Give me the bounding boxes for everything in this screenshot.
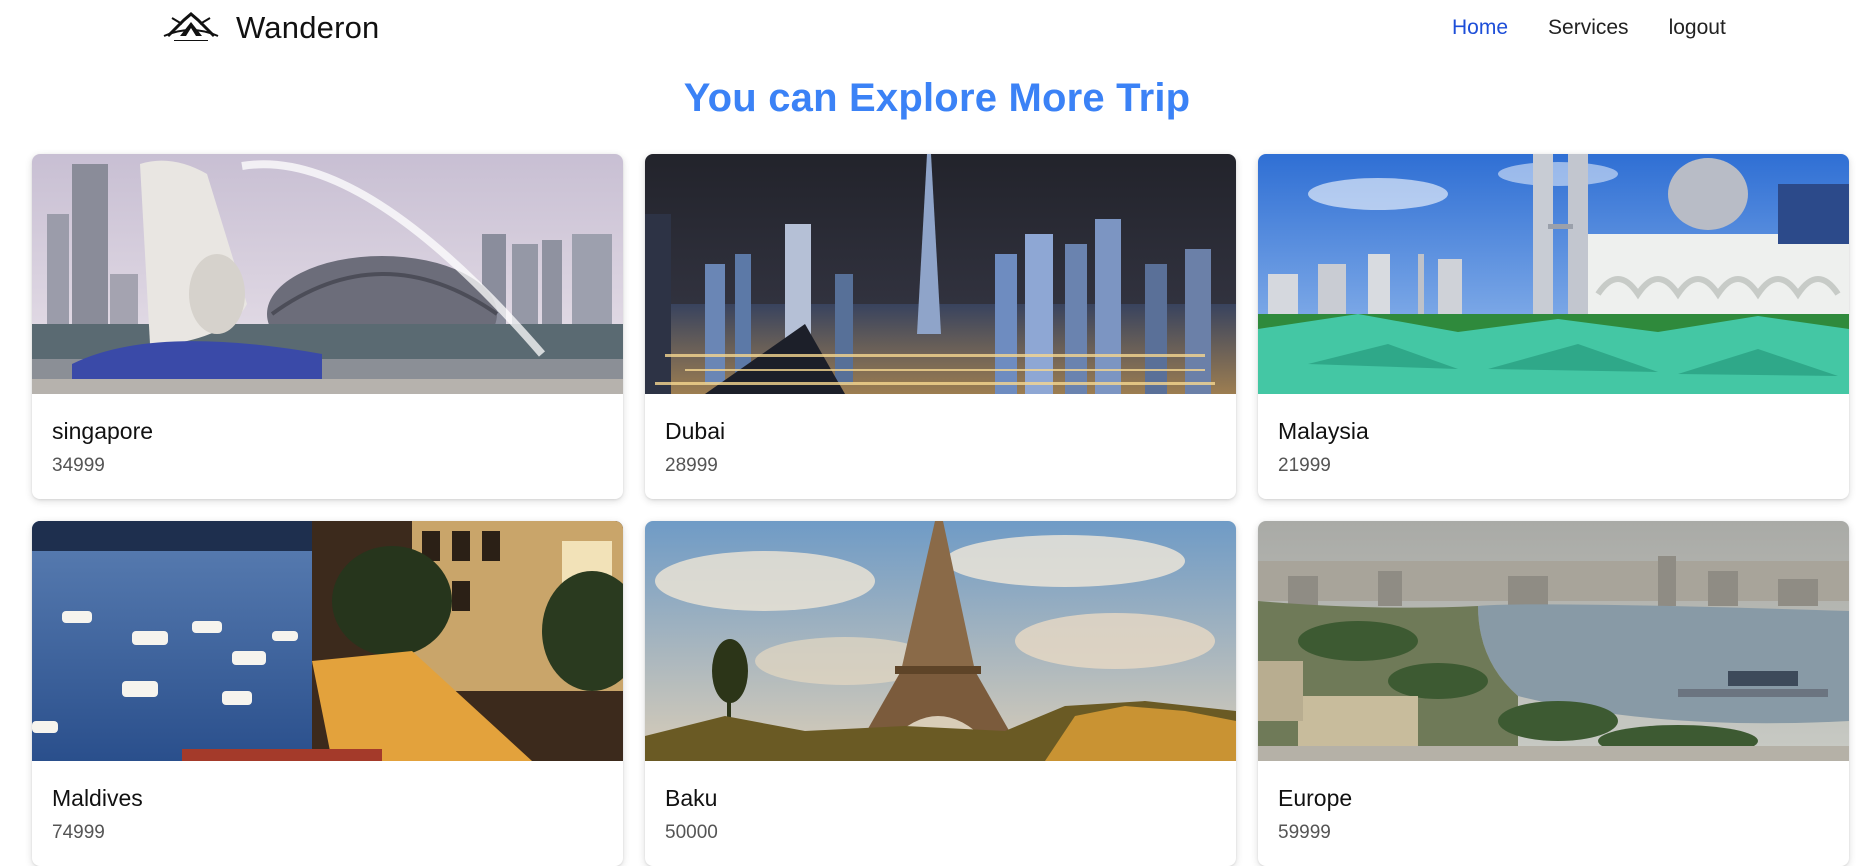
- card-price: 21999: [1278, 455, 1331, 476]
- dubai-night-skyline-photo: [645, 154, 1236, 394]
- trip-card-singapore[interactable]: singapore 34999: [32, 154, 623, 499]
- nav-services-link[interactable]: Services: [1548, 16, 1629, 40]
- brand-name: Wanderon: [236, 10, 380, 45]
- page-title: You can Explore More Trip: [683, 76, 1191, 120]
- trip-card-maldives[interactable]: Maldives 74999: [32, 521, 623, 866]
- wanderon-logo-icon: [163, 12, 219, 41]
- card-title: Maldives: [52, 785, 143, 811]
- card-title: singapore: [52, 418, 154, 444]
- trip-card-europe[interactable]: Europe 59999: [1258, 521, 1849, 866]
- coastal-city-photo: [1258, 521, 1849, 761]
- eiffel-tower-photo: [645, 521, 1236, 761]
- trip-card-grid: singapore 34999 Dubai 28999 Malaysia 219…: [32, 154, 1849, 866]
- nav-logout-link[interactable]: logout: [1669, 16, 1726, 40]
- harbor-night-photo: [32, 521, 623, 761]
- card-title: Baku: [665, 785, 718, 811]
- card-title: Europe: [1278, 785, 1353, 811]
- trip-card-malaysia[interactable]: Malaysia 21999: [1258, 154, 1849, 499]
- trip-card-dubai[interactable]: Dubai 28999: [645, 154, 1236, 499]
- card-price: 50000: [665, 822, 718, 843]
- nav-home-link[interactable]: Home: [1452, 16, 1508, 40]
- singapore-merlion-photo: [32, 154, 623, 394]
- top-navbar: Wanderon Home Services logout: [0, 0, 1874, 58]
- card-price: 34999: [52, 455, 105, 476]
- trip-card-baku[interactable]: Baku 50000: [645, 521, 1236, 866]
- card-price: 28999: [665, 455, 718, 476]
- card-price: 59999: [1278, 822, 1331, 843]
- card-title: Malaysia: [1278, 418, 1369, 444]
- brand-home-link[interactable]: Wanderon: [162, 6, 379, 50]
- kuala-lumpur-skyline-photo: [1258, 154, 1849, 394]
- main-nav: Home Services logout: [1452, 16, 1726, 40]
- card-price: 74999: [52, 822, 105, 843]
- card-title: Dubai: [665, 418, 726, 444]
